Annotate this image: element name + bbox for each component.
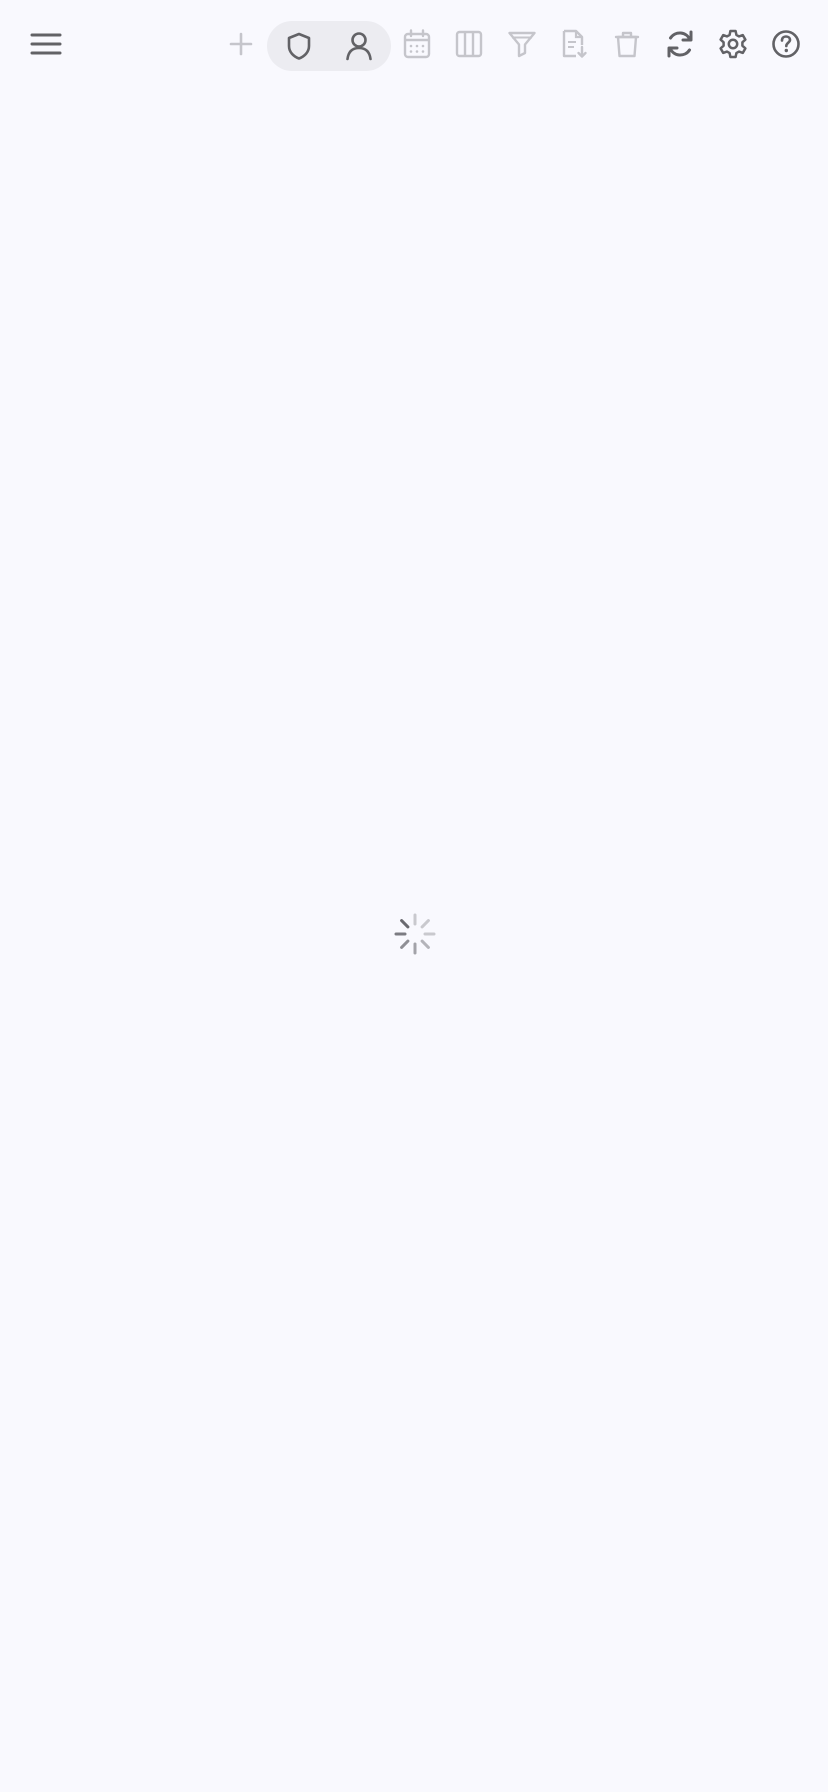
segment-person[interactable] <box>329 21 389 71</box>
add-button[interactable] <box>216 19 266 69</box>
settings-button[interactable] <box>708 19 758 69</box>
app-page <box>0 0 828 1792</box>
trash-icon <box>614 31 640 58</box>
menu-button[interactable] <box>21 19 71 69</box>
view-segmented-control <box>267 21 391 71</box>
question-circle-icon <box>772 30 800 58</box>
segment-shield[interactable] <box>269 21 329 71</box>
delete-button[interactable] <box>602 19 652 69</box>
filter-button[interactable] <box>497 19 547 69</box>
hamburger-menu-icon <box>30 33 62 55</box>
export-button[interactable] <box>549 19 599 69</box>
calendar-icon <box>403 29 431 59</box>
loading-spinner-icon <box>394 913 436 955</box>
refresh-icon <box>667 30 693 58</box>
columns-button[interactable] <box>444 19 494 69</box>
filter-icon <box>508 31 536 58</box>
gear-icon <box>719 29 747 59</box>
plus-icon <box>229 32 253 56</box>
person-icon <box>346 32 372 61</box>
loading-spinner <box>393 912 437 956</box>
top-toolbar <box>0 0 828 92</box>
shield-icon <box>287 32 311 60</box>
document-download-icon <box>562 29 587 58</box>
columns-icon <box>455 30 483 58</box>
calendar-button[interactable] <box>392 19 442 69</box>
refresh-button[interactable] <box>655 19 705 69</box>
help-button[interactable] <box>761 19 811 69</box>
